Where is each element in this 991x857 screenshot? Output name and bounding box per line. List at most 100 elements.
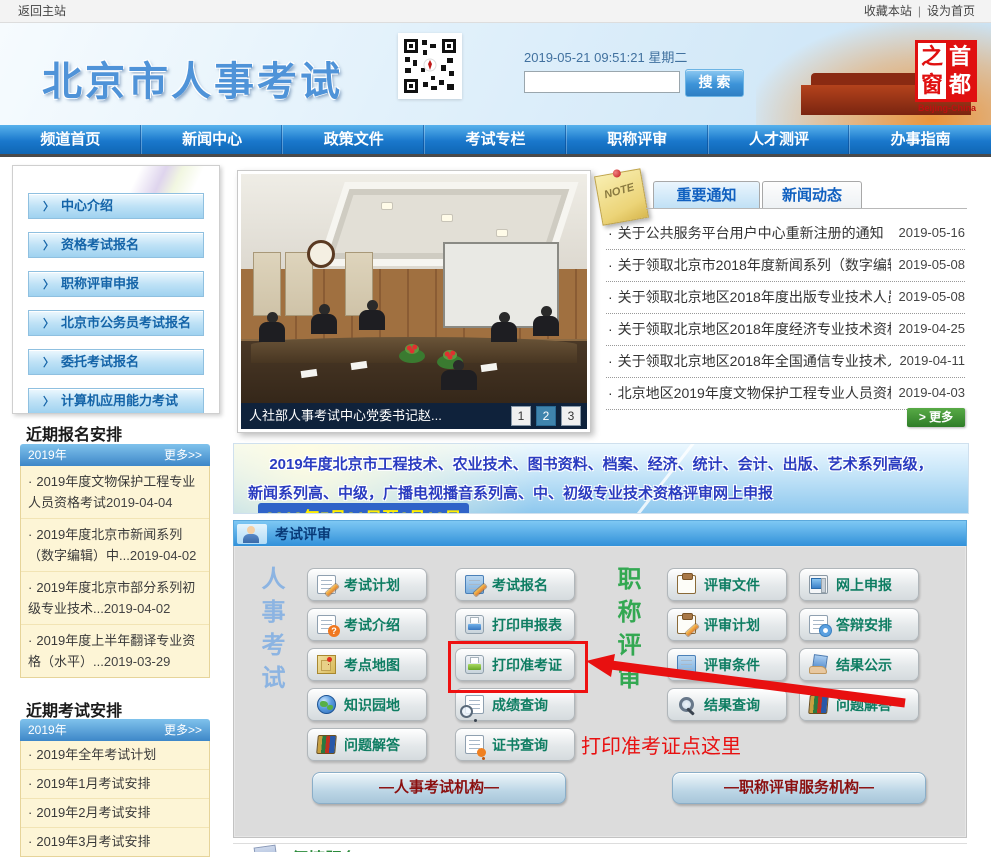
pager-button-1[interactable]: 1 [511,406,531,426]
print-ticket-annotation: 打印准考证点这里 [581,730,741,759]
exam-faq-button[interactable]: 问题解答 [307,728,427,761]
sidebar-menu-item-2[interactable]: 〉资格考试报名 [28,232,204,258]
sidebar-menu-item-5[interactable]: 〉委托考试报名 [28,349,204,375]
exam-intro-icon [317,615,336,634]
news-item-date: 2019-04-03 [899,378,966,409]
bullet-icon: · [608,353,613,369]
exam-list-item[interactable]: ·2019年1月考试安排 [21,769,209,798]
signup-list-item[interactable]: ·2019年度上半年翻译专业资格（水平）...2019-03-29 [21,624,209,677]
exam-list-item[interactable]: ·2019年2月考试安排 [21,798,209,827]
review-file-button[interactable]: 评审文件 [667,568,787,601]
news-row: ·关于领取北京市2018年度新闻系列（数字编辑...2019-05-08 [606,250,965,282]
sidebar-menu-item-1[interactable]: 〉中心介绍 [28,193,204,219]
nav-item-6[interactable]: 人才测评 [708,125,850,154]
set-home-link[interactable]: 设为首页 [927,4,975,18]
photo-window [253,252,281,316]
exam-list-item[interactable]: ·2019年3月考试安排 [21,827,209,856]
certificate-query-button[interactable]: 证书查询 [455,728,575,761]
news-item-link[interactable]: ·关于领取北京市2018年度新闻系列（数字编辑... [606,250,891,281]
slideshow-caption[interactable]: 人社部人事考试中心党委书记赵... [249,403,442,429]
exam-year-label: 2019年 [28,719,67,741]
service-button-label: 成绩查询 [492,695,548,715]
news-item-link[interactable]: ·北京地区2019年度文物保护工程专业人员资格... [606,378,891,409]
banner-line2-text: 新闻系列高、中级，广播电视播音系列高、中、初级专业技术资格评审网上申报 [248,485,773,502]
pager-button-3[interactable]: 3 [561,406,581,426]
banner-date-range: 2019年5月31日至6月10日 [258,503,469,514]
nav-item-4[interactable]: 考试专栏 [424,125,566,154]
back-to-main-link[interactable]: 返回主站 [18,0,66,22]
exam-signup-button[interactable]: 考试报名 [455,568,575,601]
search-button[interactable]: 搜 索 [685,69,744,97]
service-button-label: 问题解答 [344,735,400,755]
defense-schedule-button[interactable]: 答辩安排 [799,608,919,641]
appraisal-banner[interactable]: 2019年度北京市工程技术、农业技术、图书资料、档案、经济、统计、会计、出版、艺… [233,443,969,514]
certificate-query-icon [465,735,484,754]
appraisal-orgs-button[interactable]: —职称评审服务机构— [672,772,926,804]
signup-year-label: 2019年 [28,444,67,466]
nav-item-3[interactable]: 政策文件 [282,125,424,154]
news-row: ·关于领取北京地区2018年度出版专业技术人员...2019-05-08 [606,282,965,314]
nav-item-1[interactable]: 频道首页 [0,125,141,154]
knowledge-garden-button[interactable]: 知识园地 [307,688,427,721]
sidebar-menu-item-4[interactable]: 〉北京市公务员考试报名 [28,310,204,336]
exam-intro-button[interactable]: 考试介绍 [307,608,427,641]
qr-code-icon [398,33,462,99]
signup-more-link[interactable]: 更多>> [164,444,202,466]
sidebar-menu-label: 北京市公务员考试报名 [61,315,191,330]
review-plan-button[interactable]: 评审计划 [667,608,787,641]
exam-year-strip[interactable]: 2019年 更多>> [20,719,210,741]
personnel-exam-vertical-label: 人事考试 [253,566,288,698]
service-button-label: 知识园地 [344,695,400,715]
arrow-icon: 〉 [43,279,54,291]
signup-list: ·2019年度文物保护工程专业人员资格考试2019-04-04·2019年度北京… [20,466,210,678]
exam-signup-icon [465,575,484,594]
photo-person [259,312,285,342]
score-query-icon [465,695,484,714]
bullet-icon: · [28,580,32,595]
list-item-date: 2019-03-29 [104,654,171,669]
signup-list-item[interactable]: ·2019年度文物保护工程专业人员资格考试2019-04-04 [21,466,209,518]
bullet-icon: · [608,321,613,337]
news-more-button[interactable]: > 更多 [907,408,965,427]
favorite-link[interactable]: 收藏本站 [864,4,912,18]
nav-item-2[interactable]: 新闻中心 [141,125,283,154]
service-button-label: 评审计划 [704,615,760,635]
exam-plan-button[interactable]: 考试计划 [307,568,427,601]
news-item-link[interactable]: ·关于领取北京地区2018年全国通信专业技术人... [606,346,891,377]
photo-light [381,202,393,210]
photo-slideshow[interactable]: 人社部人事考试中心党委书记赵... 123 [237,170,591,433]
tab-news-updates[interactable]: 新闻动态 [762,181,862,209]
news-item-link[interactable]: ·关于领取北京地区2018年度出版专业技术人员... [606,282,891,313]
signup-year-strip[interactable]: 2019年 更多>> [20,444,210,466]
review-plan-icon [677,615,696,634]
nav-item-5[interactable]: 职称评审 [566,125,708,154]
photo-light [441,214,453,222]
sidebar-menu-item-3[interactable]: 〉职称评审申报 [28,271,204,297]
exam-section-title: 近期考试安排 [26,697,122,721]
news-item-date: 2019-04-25 [899,314,966,345]
sidebar-menu-item-6[interactable]: 〉计算机应用能力考试 [28,388,204,414]
exam-list-item[interactable]: ·2019年全年考试计划 [21,741,209,769]
search-input[interactable] [524,71,680,93]
service-button-label: 考点地图 [344,655,400,675]
bullet-icon: · [28,633,32,648]
online-apply-button[interactable]: 网上申报 [799,568,919,601]
nav-item-7[interactable]: 办事指南 [849,125,991,154]
news-item-link[interactable]: ·关于公共服务平台用户中心重新注册的通知 [606,218,884,249]
tab-important-notices[interactable]: 重要通知 [653,181,760,209]
signup-list-item[interactable]: ·2019年度北京市部分系列初级专业技术...2019-04-02 [21,571,209,624]
news-item-link[interactable]: ·关于领取北京地区2018年度经济专业技术资格... [606,314,891,345]
bullet-icon: · [608,257,613,273]
slideshow-caption-bar: 人社部人事考试中心党委书记赵... 123 [241,403,587,429]
banner-line2: 新闻系列高、中级，广播电视播音系列高、中、初级专业技术资格评审网上申报2019年… [248,482,968,514]
signup-list-item[interactable]: ·2019年度北京市新闻系列（数字编辑）中...2019-04-02 [21,518,209,571]
exam-map-button[interactable]: 考点地图 [307,648,427,681]
print-form-button[interactable]: 打印申报表 [455,608,575,641]
pager-button-2[interactable]: 2 [536,406,556,426]
exam-appraisal-panel: 考试评审 人事考试 职称评审 考试计划考试介绍考点地图知识园地问题解答考试报名打… [233,520,967,838]
service-button-label: 考试计划 [344,575,400,595]
exam-map-icon [317,655,336,674]
exam-orgs-button[interactable]: —人事考试机构— [312,772,566,804]
sidebar-menu-panel: 〉中心介绍〉资格考试报名〉职称评审申报〉北京市公务员考试报名〉委托考试报名〉计算… [12,165,220,414]
exam-more-link[interactable]: 更多>> [164,719,202,741]
